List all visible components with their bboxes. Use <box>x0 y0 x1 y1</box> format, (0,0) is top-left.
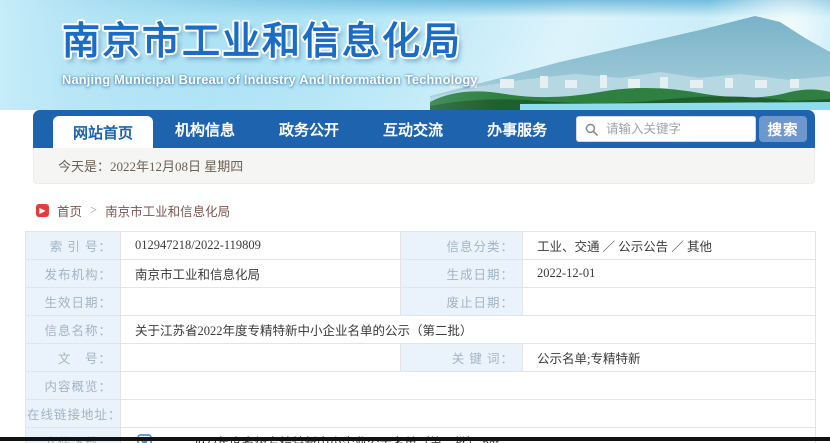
label-publisher: 发布机构： <box>25 259 121 288</box>
label-expiry-date: 废止日期： <box>400 287 523 316</box>
table-row: 信息名称： 关于江苏省2022年度专精特新中小企业名单的公示（第二批） <box>25 315 816 344</box>
breadcrumb: ▶ 首页 > 南京市工业和信息化局 <box>36 201 230 220</box>
value-expiry-date <box>522 287 816 316</box>
label-info-name: 信息名称： <box>25 315 121 344</box>
table-row: 在线链接地址： <box>25 399 816 428</box>
value-online-link <box>120 399 816 428</box>
search-box: 搜索 <box>576 116 807 142</box>
bottom-divider <box>0 437 830 441</box>
date-bar: 今天是：2022年12月08日 星期四 <box>33 148 815 184</box>
site-subtitle: Nanjing Municipal Bureau of Industry And… <box>62 72 478 87</box>
table-row: 索 引 号： 012947218/2022-119809 信息分类： 工业、交通… <box>25 231 816 260</box>
value-info-category: 工业、交通 ／ 公示公告 ／ 其他 <box>522 231 816 260</box>
page: 南京市工业和信息化局 Nanjing Municipal Bureau of I… <box>0 0 830 443</box>
value-index-number: 012947218/2022-119809 <box>120 231 401 260</box>
value-publish-date: 2022-12-01 <box>522 259 816 288</box>
header-banner: 南京市工业和信息化局 Nanjing Municipal Bureau of I… <box>0 0 830 110</box>
label-doc-number: 文 号： <box>25 343 121 372</box>
search-field[interactable] <box>576 116 756 142</box>
tab-services[interactable]: 办事服务 <box>465 110 569 148</box>
value-keywords: 公示名单;专精特新 <box>522 343 816 372</box>
tab-interaction[interactable]: 互动交流 <box>361 110 465 148</box>
nav-tabs: 网站首页 机构信息 政务公开 互动交流 办事服务 <box>53 110 569 148</box>
main-nav: 网站首页 机构信息 政务公开 互动交流 办事服务 搜索 <box>33 110 815 148</box>
table-row: 文 号： 关 键 词： 公示名单;专精特新 <box>25 343 816 372</box>
value-doc-number <box>120 343 401 372</box>
value-effective-date <box>120 287 401 316</box>
tab-org-info[interactable]: 机构信息 <box>153 110 257 148</box>
label-content-overview: 内容概览： <box>25 371 121 400</box>
search-button[interactable]: 搜索 <box>759 116 807 142</box>
table-row: 发布机构： 南京市工业和信息化局 生成日期： 2022-12-01 <box>25 259 816 288</box>
value-content-overview <box>120 371 816 400</box>
tab-home[interactable]: 网站首页 <box>53 116 154 148</box>
value-info-name: 关于江苏省2022年度专精特新中小企业名单的公示（第二批） <box>120 315 816 344</box>
label-keywords: 关 键 词： <box>400 343 523 372</box>
label-publish-date: 生成日期： <box>400 259 523 288</box>
value-publisher: 南京市工业和信息化局 <box>120 259 401 288</box>
search-input[interactable] <box>604 121 728 137</box>
breadcrumb-separator: > <box>90 203 98 217</box>
label-effective-date: 生效日期： <box>25 287 121 316</box>
tab-gov-disclosure[interactable]: 政务公开 <box>257 110 361 148</box>
breadcrumb-marker-icon: ▶ <box>36 204 49 217</box>
table-row: 生效日期： 废止日期： <box>25 287 816 316</box>
search-icon <box>585 123 598 136</box>
breadcrumb-home[interactable]: 首页 <box>57 201 82 220</box>
site-title: 南京市工业和信息化局 <box>62 21 463 63</box>
table-row: 内容概览： <box>25 371 816 400</box>
label-online-link: 在线链接地址： <box>25 399 121 428</box>
document-meta-table: 索 引 号： 012947218/2022-119809 信息分类： 工业、交通… <box>25 231 816 443</box>
breadcrumb-current[interactable]: 南京市工业和信息化局 <box>105 201 230 220</box>
label-info-category: 信息分类： <box>400 231 523 260</box>
label-index-number: 索 引 号： <box>25 231 121 260</box>
today-date: 今天是：2022年12月08日 星期四 <box>58 159 244 174</box>
